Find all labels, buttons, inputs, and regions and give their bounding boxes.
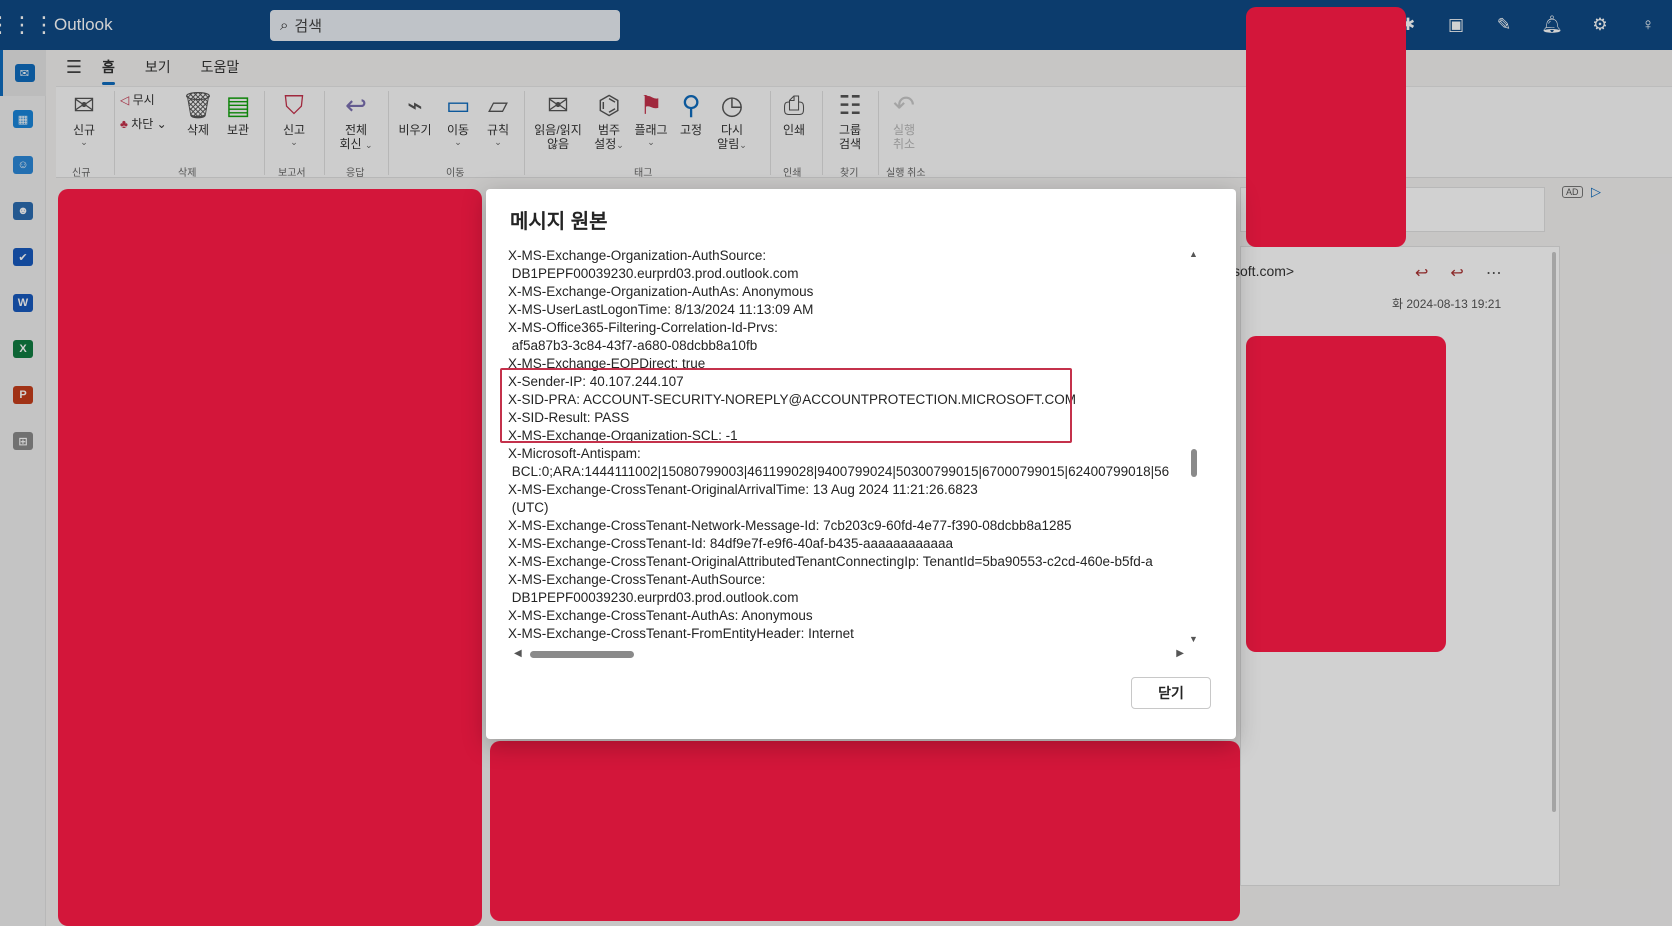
header-line: X-Microsoft-Antispam: <box>508 446 641 461</box>
header-line: X-MS-Exchange-CrossTenant-Network-Messag… <box>508 518 1072 533</box>
header-line: X-MS-Office365-Filtering-Correlation-Id-… <box>508 320 778 335</box>
headers-horizontal-scrollbar[interactable]: ◀ ▶ <box>514 646 1184 662</box>
highlight-box <box>500 368 1072 443</box>
scroll-left-arrow-icon[interactable]: ◀ <box>514 648 522 659</box>
header-line: X-MS-Exchange-CrossTenant-OriginalAttrib… <box>508 554 1153 569</box>
header-lines: X-MS-Exchange-Organization-AuthSource: D… <box>508 247 1169 643</box>
scroll-right-arrow-icon[interactable]: ▶ <box>1176 648 1184 659</box>
header-line: X-MS-Exchange-CrossTenant-AuthSource: <box>508 572 766 587</box>
header-line: X-MS-Exchange-Organization-AuthSource: <box>508 248 767 263</box>
scroll-down-arrow-icon[interactable]: ▼ <box>1189 634 1198 644</box>
redacted-top-region <box>1246 7 1406 247</box>
close-button[interactable]: 닫기 <box>1131 677 1211 709</box>
headers-vertical-scrollbar[interactable]: ▲ ▼ <box>1186 249 1202 644</box>
header-line: X-MS-Exchange-CrossTenant-Id: 84df9e7f-e… <box>508 536 954 551</box>
message-headers-area[interactable]: X-MS-Exchange-Organization-AuthSource: D… <box>508 247 1184 647</box>
message-source-dialog: 메시지 원본 X-MS-Exchange-Organization-AuthSo… <box>486 189 1236 739</box>
header-line: DB1PEPF00039230.eurprd03.prod.outlook.co… <box>508 266 799 281</box>
header-line: (UTC) <box>508 500 549 515</box>
header-line: X-MS-Exchange-CrossTenant-AuthAs: Anonym… <box>508 608 813 623</box>
header-line: X-MS-UserLastLogonTime: 8/13/2024 11:13:… <box>508 302 814 317</box>
header-line: X-MS-Exchange-CrossTenant-FromEntityHead… <box>508 626 854 641</box>
redacted-reading-content <box>1246 336 1446 652</box>
header-line: BCL:0;ARA:1444111002|15080799003|4611990… <box>508 464 1170 479</box>
dialog-title: 메시지 원본 <box>510 211 608 233</box>
scroll-up-arrow-icon[interactable]: ▲ <box>1189 249 1198 259</box>
header-line: af5a87b3-3c84-43f7-a680-08dcbb8a10fb <box>508 338 758 353</box>
header-line: DB1PEPF00039230.eurprd03.prod.outlook.co… <box>508 590 799 605</box>
header-line: X-MS-Exchange-Organization-AuthAs: Anony… <box>508 284 814 299</box>
header-line: X-MS-Exchange-CrossTenant-OriginalArriva… <box>508 482 978 497</box>
redacted-bottom-region <box>490 741 1240 921</box>
scroll-thumb[interactable] <box>1191 449 1197 477</box>
redacted-message-list <box>58 189 482 926</box>
scroll-thumb[interactable] <box>530 651 634 658</box>
